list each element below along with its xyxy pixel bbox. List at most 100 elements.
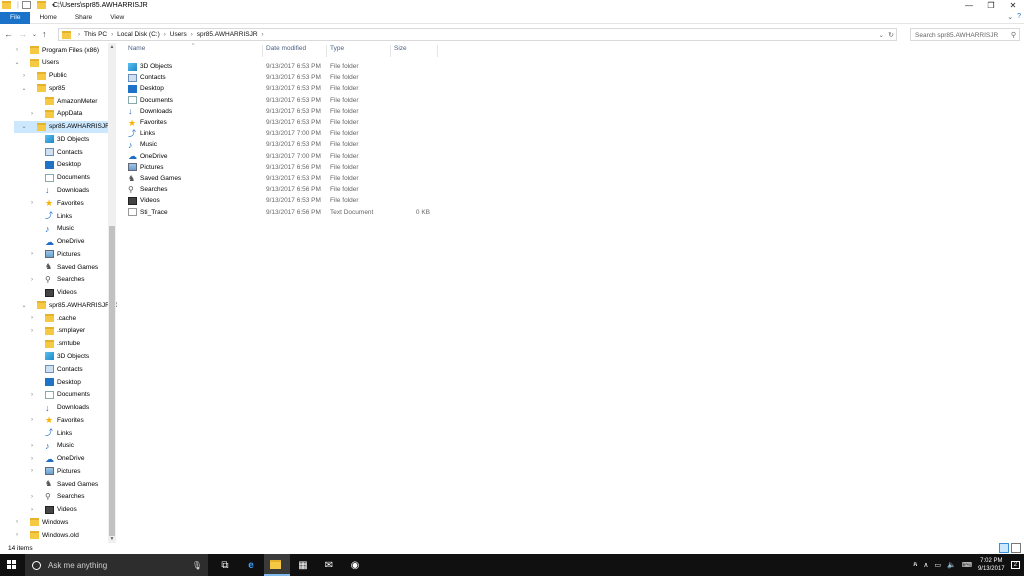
address-dropdown-icon[interactable]: ⌄ [879,31,884,39]
scroll-down-icon[interactable]: ▼ [108,536,116,542]
back-arrow-icon[interactable]: ← [4,29,13,39]
nav-item[interactable]: ⌄ spr85.AWHARRISJR.000 [0,299,117,311]
up-arrow-icon[interactable]: ↑ [42,29,47,39]
refresh-icon[interactable]: ↻ [888,31,894,39]
nav-item[interactable]: ↓ Downloads [0,402,108,414]
address-bar[interactable]: › This PC › Local Disk (C:) › Users › sp… [58,28,897,41]
breadcrumb-local-disk[interactable]: Local Disk (C:) [117,31,160,38]
expand-chevron-icon[interactable]: › [28,468,36,474]
expand-chevron-icon[interactable]: › [28,251,36,257]
expand-chevron-icon[interactable]: › [28,392,36,398]
show-hidden-icons-icon[interactable]: ∧ [923,561,928,569]
collapse-chevron-icon[interactable]: ⌄ [20,123,28,130]
nav-item[interactable]: › AppData [0,108,108,120]
recent-locations-icon[interactable]: ⌄ [32,29,37,39]
nav-item[interactable]: ⤴ Links [0,210,108,222]
scroll-up-icon[interactable]: ▲ [108,44,116,50]
nav-item[interactable]: › Videos [0,504,108,516]
breadcrumb-users[interactable]: Users [170,31,187,38]
expand-chevron-icon[interactable]: › [28,315,36,321]
expand-chevron-icon[interactable]: › [28,277,36,283]
expand-chevron-icon[interactable]: › [28,494,36,500]
file-row[interactable]: ↓ Downloads 9/13/2017 6:53 PM File folder [123,106,443,117]
expand-chevron-icon[interactable]: › [13,519,21,525]
file-row[interactable]: Contacts 9/13/2017 6:53 PM File folder [123,72,443,83]
breadcrumb-separator[interactable]: › [191,32,193,38]
column-divider[interactable] [326,45,327,57]
nav-item[interactable]: ⌄ spr85.AWHARRISJR [14,120,110,133]
tab-home[interactable]: Home [30,12,65,24]
nav-item[interactable]: › Program Files (x86) [0,44,108,56]
file-row[interactable]: Sti_Trace 9/13/2017 6:56 PM Text Document 0… [123,207,443,218]
close-button[interactable]: ✕ [1002,0,1024,12]
expand-chevron-icon[interactable]: › [28,111,36,117]
nav-item[interactable]: ♞ Saved Games [0,261,108,273]
nav-item[interactable]: › .cache [0,312,108,324]
file-row[interactable]: ☁ OneDrive 9/13/2017 7:00 PM File folder [123,151,443,162]
cortana-search-box[interactable]: Ask me anything 🎙 [25,554,208,576]
mail-icon[interactable]: ✉ [316,554,342,576]
task-view-icon[interactable]: ⧉ [212,554,238,576]
expand-chevron-icon[interactable]: › [28,456,36,462]
file-row[interactable]: ⚲ Searches 9/13/2017 6:56 PM File folder [123,184,443,195]
nav-item[interactable]: ⤴ Links [0,427,108,439]
column-divider[interactable] [262,45,263,57]
nav-item[interactable]: › ⚲ Searches [0,491,108,503]
forward-arrow-icon[interactable]: → [18,29,27,39]
nav-item[interactable]: AmazonMeter [0,95,108,107]
nav-item[interactable]: Desktop [0,159,108,171]
nav-item[interactable]: ♪ Music [0,223,108,235]
file-explorer-icon[interactable] [264,554,290,576]
column-header-date-modified[interactable]: Date modified [266,45,306,52]
nav-item[interactable]: ☁ OneDrive [0,236,108,248]
scrollbar-thumb[interactable] [109,226,115,536]
nav-item[interactable]: Videos [0,287,108,299]
tab-file[interactable]: File [0,11,31,24]
language-icon[interactable]: ⌨ [962,561,972,569]
nav-item[interactable]: Documents [0,172,108,184]
app-icon[interactable]: ◉ [342,554,368,576]
file-row[interactable]: 3D Objects 9/13/2017 6:53 PM File folder [123,61,443,72]
collapse-chevron-icon[interactable]: ⌄ [20,302,28,309]
breadcrumb-this-pc[interactable]: This PC [84,31,107,38]
expand-chevron-icon[interactable]: › [13,532,21,538]
properties-icon[interactable] [21,1,31,9]
nav-item[interactable]: › Windows [0,516,108,528]
nav-item[interactable]: 3D Objects [0,350,108,362]
help-icon[interactable]: ? [1017,13,1021,21]
nav-item[interactable]: ↓ Downloads [0,184,108,196]
nav-item[interactable]: › Documents [0,389,108,401]
expand-ribbon-icon[interactable]: ⌄ [1007,13,1013,21]
nav-item[interactable]: ⌄ spr85 [0,82,108,94]
large-icons-view-button[interactable] [1011,543,1021,553]
breadcrumb-separator[interactable]: › [164,32,166,38]
nav-item[interactable]: › Public [0,70,108,82]
network-icon[interactable]: ▭ [935,561,942,569]
expand-chevron-icon[interactable]: › [20,73,28,79]
nav-item[interactable]: Desktop [0,376,108,388]
expand-chevron-icon[interactable]: › [28,443,36,449]
breadcrumb-separator[interactable]: › [111,32,113,38]
file-row[interactable]: ♞ Saved Games 9/13/2017 6:53 PM File folder [123,173,443,184]
expand-chevron-icon[interactable]: › [28,417,36,423]
file-row[interactable]: ♪ Music 9/13/2017 6:53 PM File folder [123,139,443,150]
nav-item[interactable]: › ⚲ Searches [0,274,108,286]
nav-item[interactable]: › ★ Favorites [0,197,108,209]
maximize-button[interactable]: ❐ [980,0,1002,12]
file-row[interactable]: ★ Favorites 9/13/2017 6:53 PM File folder [123,117,443,128]
nav-item[interactable]: › Pictures [0,465,108,477]
navigation-pane-scrollbar[interactable]: ▲ ▼ [108,43,116,543]
expand-chevron-icon[interactable]: › [28,507,36,513]
collapse-chevron-icon[interactable]: ⌄ [13,59,21,66]
nav-item[interactable]: 3D Objects [0,133,108,145]
expand-chevron-icon[interactable]: › [28,200,36,206]
collapse-chevron-icon[interactable]: ⌄ [20,85,28,92]
column-header-name[interactable]: Name [128,45,145,52]
minimize-button[interactable]: — [958,0,980,12]
nav-item[interactable]: › Pictures [0,248,108,260]
file-row[interactable]: Pictures 9/13/2017 6:56 PM File folder [123,162,443,173]
details-view-button[interactable] [999,543,1009,553]
volume-icon[interactable]: 🔈 [947,561,956,569]
expand-chevron-icon[interactable]: › [28,328,36,334]
store-icon[interactable]: ▦ [290,554,316,576]
